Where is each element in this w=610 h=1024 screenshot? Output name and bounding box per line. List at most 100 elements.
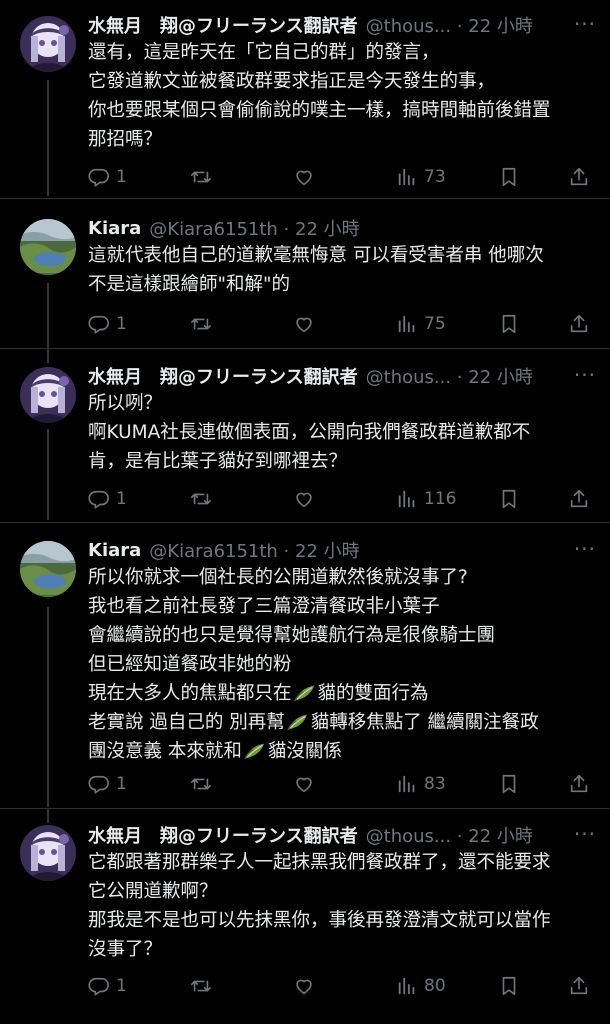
heart-icon: [293, 975, 315, 997]
views-icon: [396, 313, 418, 335]
tweet-text-line: 你也要跟某個只會偷偷說的噗主一樣，搞時間軸前後錯置: [88, 100, 551, 121]
tweet-4[interactable]: Kiara @Kiara6151th · 22 小時 ··· 所以你就求一個社長…: [0, 523, 610, 808]
text-segment: 現在大多人的焦點都只在: [88, 683, 292, 704]
tweet-3[interactable]: 水無月 翔@フリーランス翻訳者 @thous... · 22 小時 ··· 所以…: [0, 349, 610, 521]
avatar[interactable]: [20, 16, 76, 72]
share-button[interactable]: [568, 771, 590, 797]
handle-time[interactable]: @Kiara6151th · 22 小時: [149, 215, 359, 241]
views-count: 80: [424, 976, 446, 996]
display-name[interactable]: 水無月 翔@フリーランス翻訳者: [88, 363, 358, 389]
thread-line: [47, 607, 49, 807]
tweet-text-line: 我也看之前社長發了三篇澄清餐政非小葉子: [88, 596, 440, 617]
reply-count: 1: [116, 167, 127, 187]
avatar[interactable]: [20, 367, 76, 423]
tweet-2[interactable]: Kiara @Kiara6151th · 22 小時 這就代表他自己的道歉毫無悔…: [0, 199, 610, 349]
action-bar: 1 83: [88, 771, 593, 797]
views-icon: [396, 975, 418, 997]
display-name[interactable]: 水無月 翔@フリーランス翻訳者: [88, 822, 358, 848]
tweet-header: 水無月 翔@フリーランス翻訳者 @thous... · 22 小時: [88, 820, 596, 850]
reply-button[interactable]: 1: [88, 771, 127, 797]
share-button[interactable]: [568, 973, 590, 999]
share-button[interactable]: [568, 486, 590, 512]
bookmark-button[interactable]: [498, 311, 520, 337]
avatar[interactable]: [20, 541, 76, 597]
like-button[interactable]: [293, 311, 315, 337]
like-button[interactable]: [293, 164, 315, 190]
like-button[interactable]: [293, 486, 315, 512]
text-segment: 老實說 過自己的 別再幫: [88, 712, 285, 733]
handle-time[interactable]: @thous... · 22 小時: [366, 363, 533, 389]
tweet-header: Kiara @Kiara6151th · 22 小時: [88, 535, 596, 565]
views-count: 75: [424, 314, 446, 334]
more-options-icon[interactable]: ···: [574, 822, 596, 846]
tweet-text-line: 啊KUMA社長連做個表面，公開向我們餐政群道歉都不: [88, 422, 531, 443]
views-button[interactable]: 83: [396, 771, 446, 797]
bookmark-icon: [498, 488, 520, 510]
tweet-text: 所以你就求一個社長的公開道歉然後就沒事了? 我也看之前社長發了三篇澄清餐政非小葉…: [88, 563, 596, 766]
heart-icon: [293, 166, 315, 188]
more-options-icon[interactable]: ···: [574, 12, 596, 36]
tweet-text-line: 老實說 過自己的 別再幫 貓轉移焦點了 繼續關注餐政: [88, 708, 596, 737]
heart-icon: [293, 773, 315, 795]
retweet-button[interactable]: [190, 486, 212, 512]
tweet-text-line: 還有，這是昨天在「它自己的群」的發言，: [88, 42, 440, 63]
display-name[interactable]: Kiara: [88, 218, 141, 239]
thread-line: [47, 283, 49, 348]
reply-button[interactable]: 1: [88, 311, 127, 337]
share-icon: [568, 773, 590, 795]
text-segment: 貓轉移焦點了 繼續關注餐政: [310, 712, 539, 733]
reply-icon: [88, 488, 110, 510]
views-button[interactable]: 80: [396, 973, 446, 999]
share-icon: [568, 166, 590, 188]
more-options-icon[interactable]: ···: [574, 537, 596, 561]
heart-icon: [293, 313, 315, 335]
tweet-text-line: 會繼續說的也只是覺得幫她護航行為是很像騎士團: [88, 625, 496, 646]
handle-time[interactable]: @thous... · 22 小時: [366, 822, 533, 848]
reply-icon: [88, 166, 110, 188]
thread-line: [47, 429, 49, 520]
views-button[interactable]: 73: [396, 164, 446, 190]
tweet-text: 還有，這是昨天在「它自己的群」的發言， 它發道歉文並被餐政群要求指正是今天發生的…: [88, 38, 596, 154]
share-button[interactable]: [568, 164, 590, 190]
action-bar: 1 73: [88, 164, 593, 190]
leaf-emoji-icon: [287, 711, 309, 731]
share-button[interactable]: [568, 311, 590, 337]
retweet-button[interactable]: [190, 973, 212, 999]
avatar[interactable]: [20, 219, 76, 275]
tweet-header: Kiara @Kiara6151th · 22 小時: [88, 213, 596, 243]
avatar[interactable]: [20, 825, 76, 881]
views-icon: [396, 773, 418, 795]
reply-button[interactable]: 1: [88, 973, 127, 999]
heart-icon: [293, 488, 315, 510]
display-name[interactable]: 水無月 翔@フリーランス翻訳者: [88, 12, 358, 38]
text-segment: 貓的雙面行為: [317, 683, 429, 704]
handle-time[interactable]: @Kiara6151th · 22 小時: [149, 537, 359, 563]
like-button[interactable]: [293, 771, 315, 797]
more-options-icon[interactable]: ···: [574, 363, 596, 387]
views-button[interactable]: 116: [396, 486, 456, 512]
reply-count: 1: [116, 774, 127, 794]
bookmark-button[interactable]: [498, 973, 520, 999]
tweet-1[interactable]: 水無月 翔@フリーランス翻訳者 @thous... · 22 小時 ··· 還有…: [0, 0, 610, 196]
share-icon: [568, 313, 590, 335]
views-button[interactable]: 75: [396, 311, 446, 337]
handle-time[interactable]: @thous... · 22 小時: [366, 12, 533, 38]
bookmark-icon: [498, 166, 520, 188]
retweet-button[interactable]: [190, 164, 212, 190]
leaf-emoji-icon: [244, 740, 266, 760]
display-name[interactable]: Kiara: [88, 540, 141, 561]
like-button[interactable]: [293, 973, 315, 999]
retweet-button[interactable]: [190, 311, 212, 337]
tweet-5[interactable]: 水無月 翔@フリーランス翻訳者 @thous... · 22 小時 ··· 它都…: [0, 809, 610, 1024]
reply-button[interactable]: 1: [88, 486, 127, 512]
retweet-button[interactable]: [190, 771, 212, 797]
thread-line: [47, 80, 49, 196]
views-icon: [396, 166, 418, 188]
bookmark-button[interactable]: [498, 164, 520, 190]
tweet-text: 它都跟著那群樂子人一起抹黑我們餐政群了，還不能要求 它公開道歉啊？ 那我是不是也…: [88, 848, 596, 964]
reply-button[interactable]: 1: [88, 164, 127, 190]
bookmark-button[interactable]: [498, 486, 520, 512]
retweet-icon: [190, 975, 212, 997]
bookmark-button[interactable]: [498, 771, 520, 797]
action-bar: 1 116: [88, 486, 593, 512]
